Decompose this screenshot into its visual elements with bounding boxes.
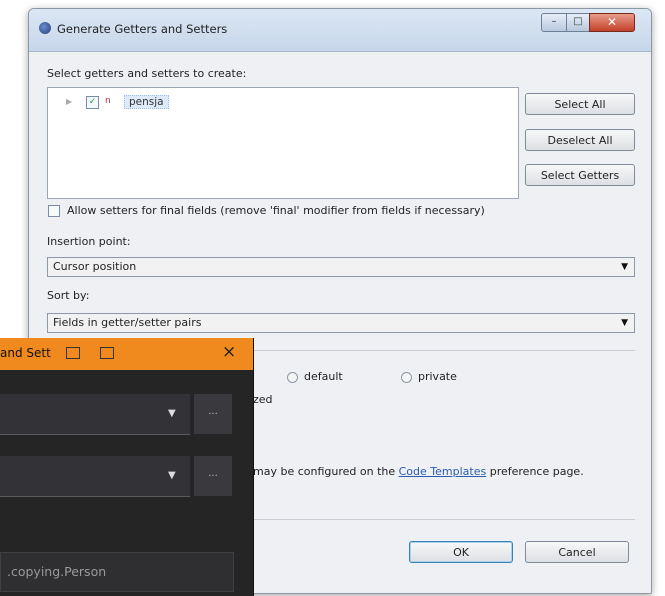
- cancel-button[interactable]: Cancel: [525, 541, 629, 563]
- insertion-point-select[interactable]: Cursor position ▼: [47, 257, 635, 277]
- expand-arrow-icon[interactable]: ▶: [66, 97, 72, 106]
- window-icon[interactable]: [66, 347, 80, 359]
- insertion-point-label: Insertion point:: [47, 235, 131, 248]
- window-icon[interactable]: [100, 347, 114, 359]
- dialog-titlebar: Generate Getters and Setters – □ ✕: [29, 9, 651, 52]
- select-all-button[interactable]: Select All: [525, 93, 635, 115]
- field-icon: n: [105, 96, 111, 106]
- dark-combo-1[interactable]: ▼: [0, 394, 190, 435]
- access-private-radio[interactable]: [401, 372, 412, 383]
- select-getters-button[interactable]: Select Getters: [525, 164, 635, 186]
- deselect-all-button[interactable]: Deselect All: [525, 129, 635, 151]
- templates-note: may be configured on the Code Templates …: [253, 465, 584, 478]
- dark-panel-title: and Sett: [0, 346, 51, 360]
- dropdown-arrow-icon: ▼: [168, 470, 176, 481]
- dark-panel-header: and Sett ×: [0, 338, 253, 370]
- synchronized-label-fragment: zed: [253, 393, 273, 406]
- dropdown-arrow-icon: ▼: [621, 318, 628, 328]
- ok-button[interactable]: OK: [409, 541, 513, 563]
- templates-prefix: may be configured on the: [253, 465, 396, 478]
- class-name-input[interactable]: .copying.Person: [0, 552, 234, 592]
- tree-item-pensja[interactable]: ▶ ✓ n pensja: [66, 95, 196, 111]
- access-default-radio[interactable]: [287, 372, 298, 383]
- maximize-button[interactable]: □: [566, 13, 590, 32]
- dialog-title: Generate Getters and Setters: [57, 22, 228, 36]
- dark-combo-2[interactable]: ▼: [0, 456, 190, 497]
- allow-setters-label: Allow setters for final fields (remove '…: [67, 204, 485, 217]
- minimize-button[interactable]: –: [541, 13, 567, 32]
- browse-button-1[interactable]: ...: [194, 394, 232, 434]
- sort-by-select[interactable]: Fields in getter/setter pairs ▼: [47, 313, 635, 333]
- select-label: Select getters and setters to create:: [47, 67, 247, 80]
- templates-suffix: preference page.: [489, 465, 584, 478]
- field-checkbox[interactable]: ✓: [86, 96, 99, 109]
- sort-by-label: Sort by:: [47, 289, 90, 302]
- dropdown-arrow-icon: ▼: [168, 408, 176, 419]
- close-icon[interactable]: ×: [222, 342, 236, 362]
- insertion-point-value: Cursor position: [53, 260, 137, 273]
- access-default-label: default: [304, 370, 343, 383]
- allow-setters-checkbox[interactable]: [48, 205, 60, 217]
- fields-tree[interactable]: ▶ ✓ n pensja: [47, 87, 519, 199]
- browse-button-2[interactable]: ...: [194, 456, 232, 496]
- code-templates-link[interactable]: Code Templates: [399, 465, 487, 478]
- dropdown-arrow-icon: ▼: [621, 262, 628, 272]
- eclipse-icon: [39, 22, 51, 34]
- field-name: pensja: [124, 95, 169, 109]
- close-button[interactable]: ✕: [589, 13, 635, 32]
- dark-panel: and Sett × ▼ ... ▼ ... .copying.Person: [0, 338, 254, 596]
- access-private-label: private: [418, 370, 457, 383]
- sort-by-value: Fields in getter/setter pairs: [53, 316, 202, 329]
